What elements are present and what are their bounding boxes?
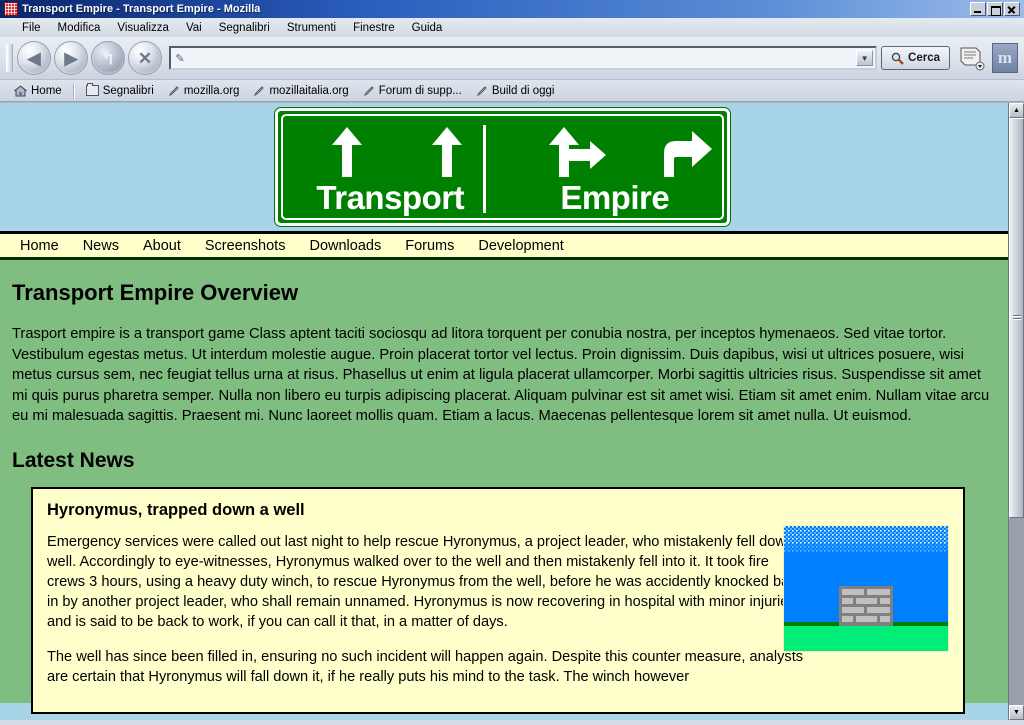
vertical-scrollbar[interactable]: ▲ ▼ <box>1008 103 1024 720</box>
bookmark-label: mozillaitalia.org <box>269 84 349 97</box>
title-bar: Transport Empire - Transport Empire - Mo… <box>0 0 1024 18</box>
sign-word-transport: Transport <box>316 179 465 216</box>
minimize-button[interactable] <box>970 2 986 16</box>
well-bricks <box>839 585 893 626</box>
reload-button[interactable]: ↰ <box>91 41 125 75</box>
search-button[interactable]: Cerca <box>881 46 950 70</box>
forward-arrow-icon: ▶ <box>64 48 78 68</box>
menu-bar: File Modifica Visualizza Vai Segnalibri … <box>0 18 1024 37</box>
stop-button[interactable]: ✕ <box>128 41 162 75</box>
home-icon <box>13 84 28 97</box>
menu-item-finestre[interactable]: Finestre <box>345 21 403 35</box>
app-icon <box>4 2 18 16</box>
bookmark-mozillaitalia-org[interactable]: mozillaitalia.org <box>247 84 354 98</box>
sign-arrows <box>278 125 727 177</box>
web-page: Transport Empire Home News About Screens… <box>0 103 1008 720</box>
bookmark-build-di-oggi[interactable]: Build di oggi <box>470 84 561 98</box>
well-illustration <box>783 524 949 652</box>
back-arrow-icon: ◀ <box>27 48 41 68</box>
nav-link-news[interactable]: News <box>71 238 131 254</box>
site-logo-roadsign[interactable]: Transport Empire <box>275 108 730 226</box>
back-button[interactable]: ◀ <box>17 41 51 75</box>
bookmark-label: mozilla.org <box>183 84 240 97</box>
bookmark-label: Home <box>31 84 62 97</box>
arrow-right-curve-icon <box>664 131 712 177</box>
menu-item-guida[interactable]: Guida <box>404 21 451 35</box>
nav-link-downloads[interactable]: Downloads <box>297 238 393 254</box>
news-article: Hyronymus, trapped down a well Emergency… <box>31 486 965 714</box>
bookmark-label: Forum di supp... <box>378 84 462 97</box>
window-title: Transport Empire - Transport Empire - Mo… <box>22 3 261 15</box>
nav-link-screenshots[interactable]: Screenshots <box>193 238 298 254</box>
forward-button[interactable]: ▶ <box>54 41 88 75</box>
bookmarks-toolbar: Home Segnalibri mozilla.org mozillaitali… <box>0 80 1024 102</box>
menu-item-segnalibri[interactable]: Segnalibri <box>211 21 278 35</box>
arrow-straight-icon <box>432 127 462 177</box>
maximize-button[interactable] <box>987 2 1003 16</box>
folder-icon <box>85 83 99 96</box>
window-controls <box>970 2 1022 16</box>
bookmark-segnalibri[interactable]: Segnalibri <box>80 83 160 98</box>
url-dropdown-button[interactable]: ▼ <box>856 50 874 66</box>
news-article-title: Hyronymus, trapped down a well <box>47 500 305 519</box>
bookmark-label: Segnalibri <box>102 84 154 97</box>
arrow-straight-icon <box>332 127 362 177</box>
toolbar-grip[interactable] <box>6 44 13 72</box>
menu-item-modifica[interactable]: Modifica <box>50 21 109 35</box>
search-button-label: Cerca <box>908 52 940 64</box>
site-navigation: Home News About Screenshots Downloads Fo… <box>0 231 1008 260</box>
bookmark-icon <box>476 85 488 97</box>
menu-item-file[interactable]: File <box>14 21 49 35</box>
scroll-down-button[interactable]: ▼ <box>1009 705 1024 720</box>
page-proxy-icon: ✎ <box>175 52 185 65</box>
mozilla-logo-icon[interactable]: m <box>992 43 1018 73</box>
news-article-body: Emergency services were called out last … <box>47 532 807 687</box>
scrollbar-track[interactable] <box>1009 118 1024 705</box>
reload-icon: ↰ <box>100 48 116 68</box>
site-banner-area: Transport Empire <box>0 103 1008 231</box>
stop-icon: ✕ <box>137 48 153 68</box>
bookmark-icon <box>253 85 265 97</box>
url-input[interactable] <box>189 48 857 68</box>
bookmark-forum-supporto[interactable]: Forum di supp... <box>357 84 468 98</box>
bookmark-home[interactable]: Home <box>8 84 68 98</box>
address-bar[interactable]: ✎ ▼ <box>169 46 878 70</box>
scrollbar-grip <box>1013 315 1021 321</box>
scrollbar-thumb[interactable] <box>1009 118 1024 518</box>
search-icon <box>891 52 904 65</box>
nav-link-development[interactable]: Development <box>466 238 575 254</box>
nav-link-about[interactable]: About <box>131 238 193 254</box>
bookmark-icon <box>168 85 180 97</box>
nav-link-home[interactable]: Home <box>8 238 71 254</box>
browser-chrome: File Modifica Visualizza Vai Segnalibri … <box>0 18 1024 103</box>
arrow-straight-and-right-icon <box>549 127 606 177</box>
navigation-toolbar: ◀ ▶ ↰ ✕ ✎ ▼ Cerca m <box>0 37 1024 80</box>
sign-words: Transport Empire <box>278 179 727 217</box>
menu-item-vai[interactable]: Vai <box>178 21 210 35</box>
scroll-up-button[interactable]: ▲ <box>1009 103 1024 118</box>
toolbar-separator <box>72 82 75 99</box>
page-title: Transport Empire Overview <box>12 280 299 305</box>
browser-window: Transport Empire - Transport Empire - Mo… <box>0 0 1024 725</box>
menu-item-visualizza[interactable]: Visualizza <box>109 21 177 35</box>
page-content: Transport Empire Overview Trasport empir… <box>0 260 1008 714</box>
bookmark-icon <box>363 85 375 97</box>
nav-link-forums[interactable]: Forums <box>393 238 466 254</box>
bookmark-mozilla-org[interactable]: mozilla.org <box>162 84 246 98</box>
news-paragraph-2: The well has since been filled in, ensur… <box>47 648 804 685</box>
latest-news-heading: Latest News <box>12 448 135 472</box>
page-viewport: Transport Empire Home News About Screens… <box>0 103 1024 720</box>
bookmark-label: Build di oggi <box>491 84 555 97</box>
print-icon[interactable] <box>956 44 986 72</box>
menu-item-strumenti[interactable]: Strumenti <box>279 21 344 35</box>
close-button[interactable] <box>1004 2 1020 16</box>
overview-paragraph: Trasport empire is a transport game Clas… <box>12 326 990 424</box>
news-paragraph-1: Emergency services were called out last … <box>47 533 807 630</box>
sign-word-empire: Empire <box>560 179 670 216</box>
